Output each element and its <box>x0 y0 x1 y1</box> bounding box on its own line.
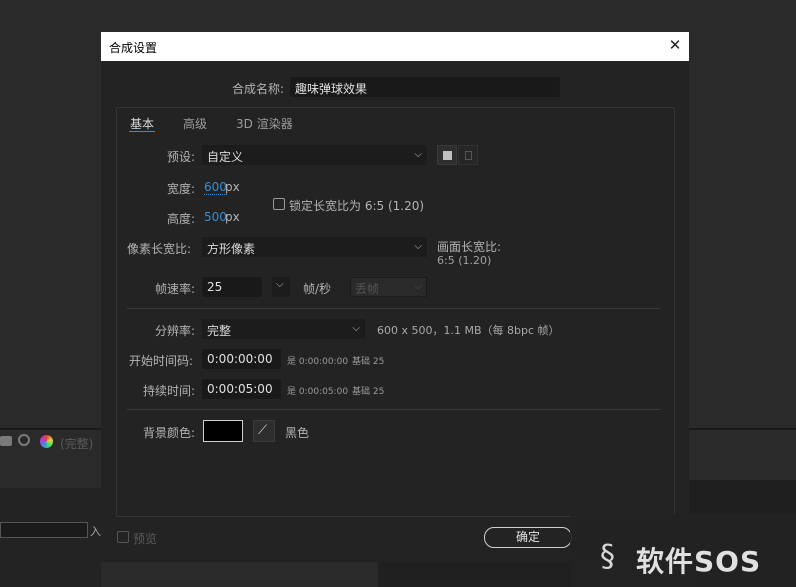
lock-aspect-label: 锁定长宽比为 6:5 (1.20) <box>289 199 425 213</box>
pixel-aspect-select[interactable]: 方形像素 ⌵ <box>202 237 427 257</box>
width-unit: px <box>225 180 240 194</box>
duration-note: 是 0:00:05:00 <box>287 387 349 397</box>
preset-value: 自定义 <box>207 150 244 164</box>
start-timecode-note: 是 0:00:00:00 <box>287 357 349 367</box>
tab-3d-renderer[interactable]: 3D 渲染器 <box>236 115 293 132</box>
start-timecode-label: 开始时间码: <box>129 354 194 368</box>
preview-label: 预览 <box>133 532 158 546</box>
drop-frame-select[interactable]: 丢帧 ⌵ <box>350 277 427 297</box>
background-color-swatch[interactable] <box>203 420 243 442</box>
close-icon[interactable]: ✕ <box>666 35 684 55</box>
comp-name-input[interactable]: 趣味弹球效果 <box>290 77 560 97</box>
chevron-down-icon: ⌵ <box>414 281 422 292</box>
frame-aspect-label: 画面长宽比: <box>437 240 502 254</box>
resolution-select[interactable]: 完整 ⌵ <box>202 319 365 339</box>
preview-checkbox[interactable] <box>117 531 129 543</box>
background-input-tail: 入 <box>90 525 101 538</box>
frame-rate-unit: 帧/秒 <box>303 282 332 296</box>
background-app-top <box>0 0 796 32</box>
preset-select[interactable]: 自定义 ⌵ <box>202 145 427 165</box>
tab-basic[interactable]: 基本 <box>130 115 154 132</box>
watermark-text: 软件SOS <box>636 545 762 578</box>
settings-panel <box>116 107 675 517</box>
delete-preset-icon[interactable] <box>458 145 478 165</box>
background-color-name: 黑色 <box>285 426 310 440</box>
frame-rate-label: 帧速率: <box>155 282 196 296</box>
frame-rate-input[interactable]: 25 <box>202 277 262 297</box>
pixel-aspect-label: 像素长宽比: <box>127 242 192 256</box>
ok-button[interactable]: 确定 <box>484 527 572 548</box>
watermark-logo-icon: § <box>600 539 615 574</box>
resolution-info: 600 x 500，1.1 MB（每 8bpc 帧） <box>377 324 560 337</box>
frame-aspect-value: 6:5 (1.20) <box>437 254 492 267</box>
dialog-title: 合成设置 <box>109 41 158 55</box>
background-app-divider-right <box>689 428 796 430</box>
color-wheel-icon[interactable] <box>40 435 53 448</box>
duration-base: 基础 25 <box>352 387 385 397</box>
start-timecode-input[interactable]: 0:00:00:00 <box>202 349 281 369</box>
divider <box>127 308 660 309</box>
frame-rate-dropdown[interactable]: ⌵ <box>272 277 290 297</box>
link-icon[interactable] <box>18 434 30 446</box>
width-label: 宽度: <box>167 182 196 196</box>
width-value[interactable]: 600 <box>204 180 227 195</box>
pixel-aspect-value: 方形像素 <box>207 242 256 256</box>
camera-icon[interactable] <box>0 436 12 446</box>
background-color-label: 背景颜色: <box>143 426 196 440</box>
chevron-down-icon: ⌵ <box>414 241 422 252</box>
save-preset-icon[interactable] <box>437 145 457 165</box>
resolution-value: 完整 <box>207 324 232 338</box>
lock-aspect-checkbox[interactable] <box>273 198 285 210</box>
tab-basic-underline <box>129 131 155 132</box>
height-value[interactable]: 500 <box>204 210 227 224</box>
resolution-label: 分辨率: <box>155 324 196 338</box>
chevron-down-icon: ⌵ <box>276 279 284 290</box>
comp-name-label: 合成名称: <box>232 82 285 96</box>
height-label: 高度: <box>167 212 196 226</box>
background-panel-right-box <box>378 562 578 587</box>
drop-frame-value: 丢帧 <box>355 282 380 296</box>
dialog-titlebar: 合成设置 ✕ <box>101 32 689 61</box>
background-app-divider <box>0 428 101 430</box>
tab-advanced[interactable]: 高级 <box>183 115 207 132</box>
composition-settings-dialog: 合成设置 ✕ 合成名称: 趣味弹球效果 基本 高级 3D 渲染器 预设: 自定义… <box>101 32 689 562</box>
eyedropper-icon[interactable]: ⟋ <box>253 420 275 442</box>
start-timecode-base: 基础 25 <box>352 357 385 367</box>
duration-input[interactable]: 0:00:05:00 <box>202 379 281 399</box>
resolution-status[interactable]: (完整) <box>60 435 93 452</box>
chevron-down-icon: ⌵ <box>352 323 360 334</box>
preset-label: 预设: <box>167 150 196 164</box>
chevron-down-icon: ⌵ <box>414 149 422 160</box>
divider <box>127 409 660 410</box>
background-input[interactable] <box>0 522 88 538</box>
height-unit: px <box>225 210 240 224</box>
duration-label: 持续时间: <box>143 384 196 398</box>
